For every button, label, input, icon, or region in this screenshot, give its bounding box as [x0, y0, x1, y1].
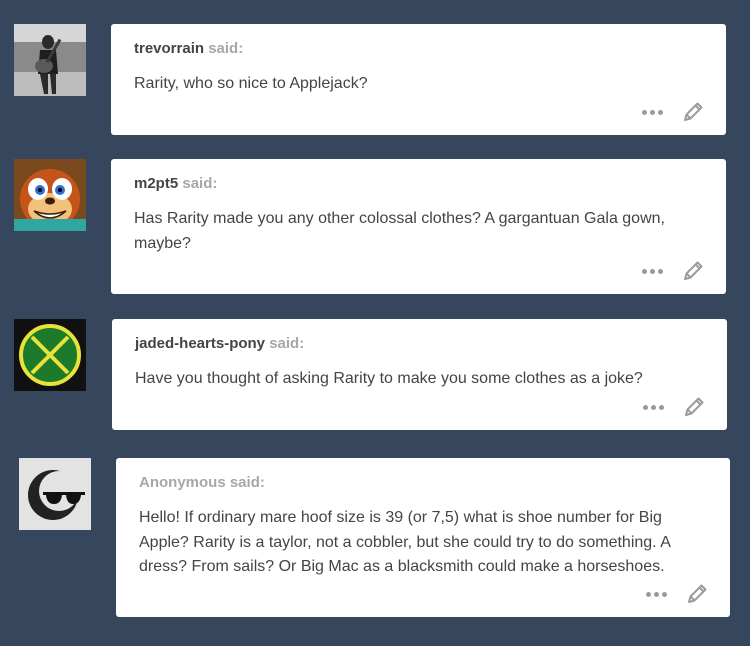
question-text: Hello! If ordinary mare hoof size is 39 …	[139, 509, 670, 575]
said-label: said:	[229, 474, 265, 491]
avatar[interactable]	[14, 319, 86, 391]
avatar[interactable]	[14, 159, 86, 231]
asker-line: trevorrain said:	[134, 40, 704, 58]
asker-username[interactable]: trevorrain	[134, 40, 204, 57]
question-card: m2pt5 said: Has Rarity made you any othe…	[111, 159, 726, 294]
question-text: Rarity, who so nice to Applejack?	[134, 75, 368, 92]
question-text: Have you thought of asking Rarity to mak…	[135, 370, 643, 387]
guitar-player-photo-icon	[14, 24, 86, 96]
question-card: Anonymous said: Hello! If ordinary mare …	[116, 458, 730, 617]
asker-line: jaded-hearts-pony said:	[135, 335, 705, 353]
asker-line: m2pt5 said:	[134, 175, 704, 193]
cartoon-squirrel-icon	[14, 159, 86, 231]
said-label: said:	[208, 40, 244, 57]
post-actions	[643, 396, 705, 418]
post-actions	[642, 101, 704, 123]
edit-pencil-icon[interactable]	[686, 583, 708, 605]
question-card: jaded-hearts-pony said: Have you thought…	[112, 319, 727, 430]
asker-line: Anonymous said:	[139, 474, 708, 492]
post-actions	[646, 583, 708, 605]
said-label: said:	[269, 335, 305, 352]
question-text: Has Rarity made you any other colossal c…	[134, 210, 665, 252]
avatar	[19, 458, 91, 530]
avatar[interactable]	[14, 24, 86, 96]
post-actions	[642, 260, 704, 282]
asker-username[interactable]: m2pt5	[134, 175, 178, 192]
asker-username[interactable]: jaded-hearts-pony	[135, 335, 265, 352]
edit-pencil-icon[interactable]	[683, 396, 705, 418]
anonymous-sunglasses-icon	[19, 458, 91, 530]
said-label: said:	[182, 175, 218, 192]
more-options-icon[interactable]	[642, 268, 664, 274]
more-options-icon[interactable]	[643, 404, 665, 410]
question-card: trevorrain said: Rarity, who so nice to …	[111, 24, 726, 135]
more-options-icon[interactable]	[642, 109, 664, 115]
green-x-circle-icon	[14, 319, 86, 391]
edit-pencil-icon[interactable]	[682, 101, 704, 123]
more-options-icon[interactable]	[646, 591, 668, 597]
edit-pencil-icon[interactable]	[682, 260, 704, 282]
asker-username: Anonymous	[139, 474, 226, 491]
